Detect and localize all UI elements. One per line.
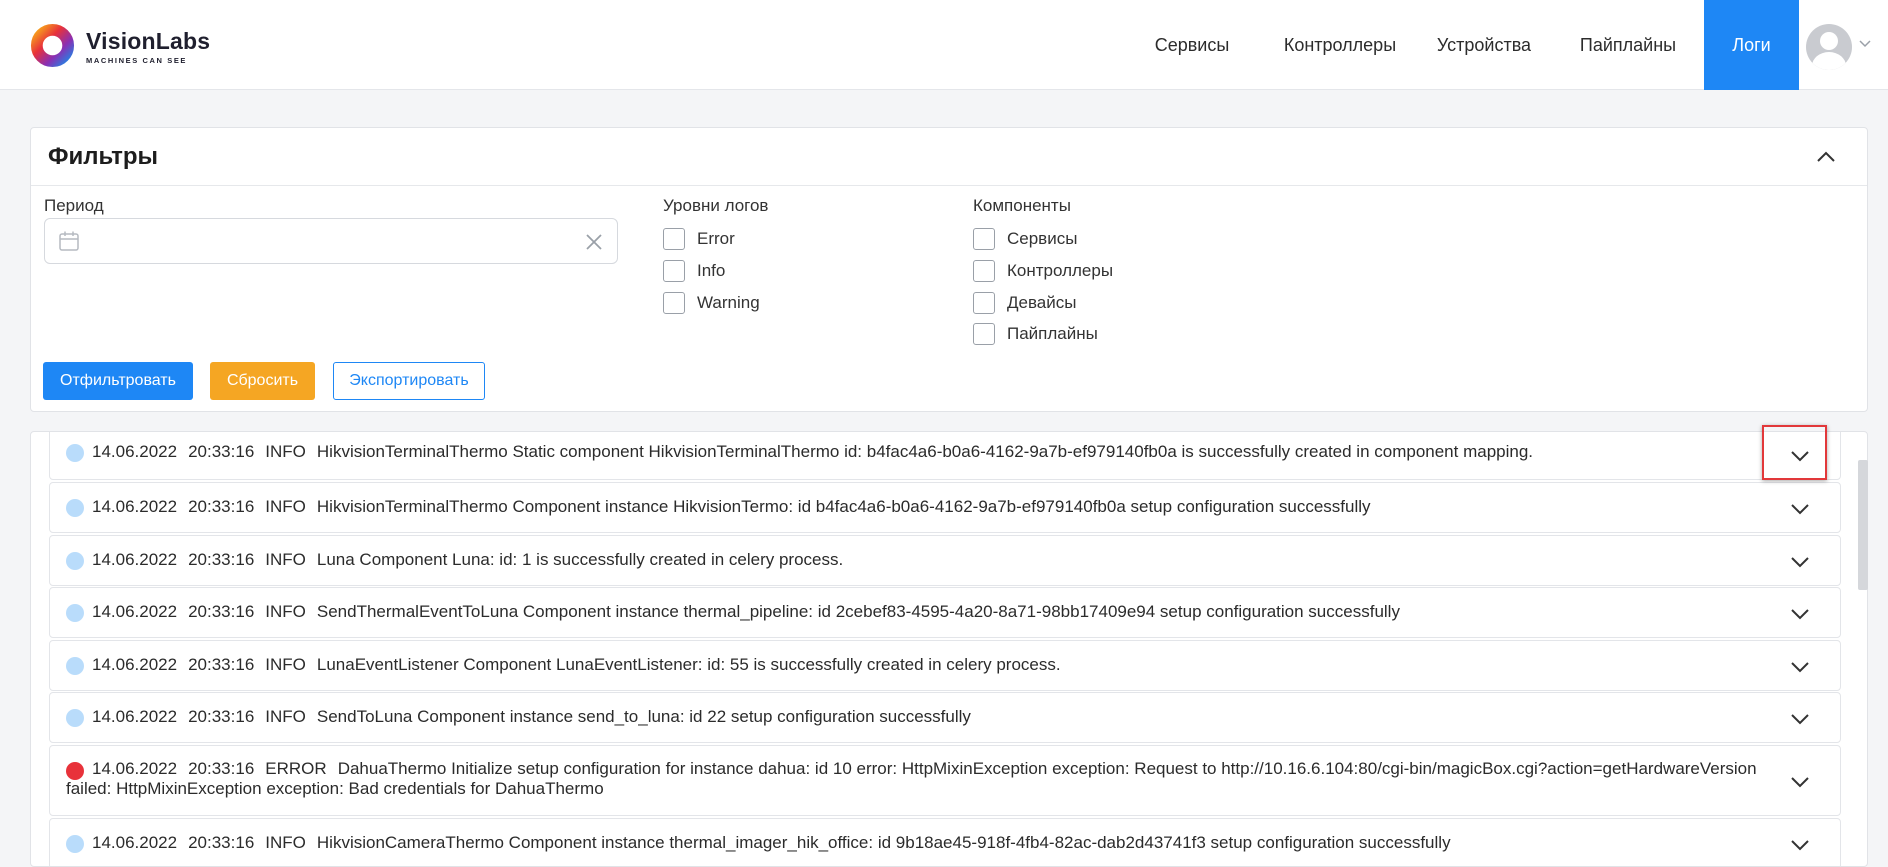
- chevron-down-icon[interactable]: [1790, 503, 1810, 515]
- chevron-down-icon[interactable]: [1790, 608, 1810, 620]
- avatar: [1806, 24, 1852, 70]
- log-levels-label: Уровни логов: [663, 196, 769, 215]
- brand-name: VisionLabs: [86, 28, 211, 54]
- highlight-box: [1762, 425, 1827, 480]
- chevron-down-icon[interactable]: [1790, 661, 1810, 673]
- user-menu[interactable]: [1806, 24, 1882, 70]
- nav-controllers[interactable]: Контроллеры: [1270, 0, 1410, 90]
- checkbox[interactable]: [663, 292, 685, 314]
- checkbox[interactable]: [663, 260, 685, 282]
- brand-tagline: MACHINES CAN SEE: [86, 56, 188, 65]
- brand-logo[interactable]: VisionLabs MACHINES CAN SEE: [29, 22, 210, 70]
- checkbox[interactable]: [973, 260, 995, 282]
- level-error-checkbox[interactable]: Error: [663, 226, 735, 252]
- chevron-down-icon[interactable]: [1790, 776, 1810, 788]
- filter-button[interactable]: Отфильтровать: [43, 362, 193, 400]
- chevron-down-icon: [1859, 40, 1871, 48]
- log-row[interactable]: 14.06.2022 20:33:16 INFO HikvisionCameraThe…: [49, 818, 1841, 866]
- log-row[interactable]: 14.06.2022 20:33:16 INFO SendThermalEventTo…: [49, 587, 1841, 638]
- reset-button[interactable]: Сбросить: [210, 362, 315, 400]
- chevron-down-icon[interactable]: [1790, 839, 1810, 851]
- level-warning-checkbox[interactable]: Warning: [663, 290, 760, 316]
- period-input[interactable]: [44, 218, 618, 264]
- nav-devices[interactable]: Устройства: [1420, 0, 1548, 90]
- log-row-error[interactable]: 14.06.2022 20:33:16 ERROR DahuaThermo Initi…: [49, 745, 1841, 816]
- log-row[interactable]: 14.06.2022 20:33:16 INFO Luna Component Lun…: [49, 535, 1841, 586]
- checkbox[interactable]: [663, 228, 685, 250]
- top-header: VisionLabs MACHINES CAN SEE Сервисы Конт…: [0, 0, 1888, 90]
- period-label: Период: [44, 196, 104, 215]
- checkbox[interactable]: [973, 292, 995, 314]
- nav-pipelines[interactable]: Пайплайны: [1566, 0, 1690, 90]
- log-row[interactable]: 14.06.2022 20:33:16 INFO LunaEventListener …: [49, 640, 1841, 691]
- components-label: Компоненты: [973, 196, 1071, 215]
- chevron-down-icon[interactable]: [1790, 713, 1810, 725]
- export-button[interactable]: Экспортировать: [333, 362, 485, 400]
- checkbox[interactable]: [973, 228, 995, 250]
- checkbox[interactable]: [973, 323, 995, 345]
- logs-scrollbar[interactable]: [1858, 460, 1868, 590]
- log-row[interactable]: 14.06.2022 20:33:16 INFO HikvisionTerminalT…: [49, 432, 1841, 480]
- nav-logs[interactable]: Логи: [1704, 0, 1799, 90]
- logo-ring-icon: [30, 23, 75, 68]
- component-controllers-checkbox[interactable]: Контроллеры: [973, 258, 1113, 284]
- close-icon[interactable]: [585, 233, 603, 251]
- nav-services[interactable]: Сервисы: [1130, 0, 1254, 90]
- filters-header: Фильтры: [31, 128, 1867, 186]
- chevron-up-icon[interactable]: [1815, 148, 1837, 166]
- filters-title: Фильтры: [48, 143, 159, 170]
- filters-panel: Фильтры Период Уровни логов Error Info W…: [30, 127, 1868, 412]
- level-info-checkbox[interactable]: Info: [663, 258, 725, 284]
- calendar-icon: [59, 231, 79, 251]
- log-row[interactable]: 14.06.2022 20:33:16 INFO SendToLuna Compone…: [49, 692, 1841, 743]
- component-pipelines-checkbox[interactable]: Пайплайны: [973, 321, 1098, 347]
- logs-list: 14.06.2022 20:33:16 INFO HikvisionTerminalT…: [30, 431, 1868, 867]
- log-row[interactable]: 14.06.2022 20:33:16 INFO HikvisionTerminalT…: [49, 482, 1841, 533]
- component-devices-checkbox[interactable]: Девайсы: [973, 290, 1076, 316]
- component-services-checkbox[interactable]: Сервисы: [973, 226, 1077, 252]
- chevron-down-icon[interactable]: [1790, 556, 1810, 568]
